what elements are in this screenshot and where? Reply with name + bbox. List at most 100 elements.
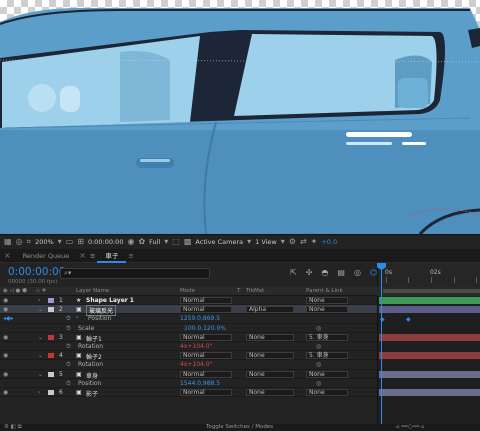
motion-blur-icon[interactable]: ◎ — [354, 268, 361, 279]
safe-area-icon[interactable]: ▭ — [66, 238, 74, 246]
eye-icon[interactable]: ◉ — [3, 371, 8, 378]
mode-dropdown[interactable]: Normal — [180, 370, 232, 378]
work-area-bar[interactable] — [377, 287, 480, 296]
zoom-dropdown[interactable]: 200% — [35, 238, 54, 246]
mode-dropdown[interactable]: Normal — [180, 306, 232, 314]
playhead-line[interactable] — [381, 263, 382, 425]
mode-dropdown[interactable]: Normal — [180, 297, 232, 304]
time-ruler[interactable]: 0s 02s — [377, 263, 480, 287]
panel-menu-icon[interactable]: ≡ — [126, 252, 135, 260]
expand-icon[interactable]: › — [38, 297, 40, 304]
collapse-icon[interactable]: ⌄ — [38, 371, 43, 378]
property-value[interactable]: 100.0,120.0% — [184, 325, 226, 332]
stopwatch-icon[interactable]: ⏱ — [66, 380, 71, 388]
layer-duration-bar[interactable] — [379, 371, 480, 378]
eye-icon[interactable]: ◉ — [3, 306, 8, 313]
chevron-down-icon[interactable]: ▾ — [164, 238, 168, 246]
property-row[interactable]: ◂◆▸ ⏱ ᵒ Position 1259.0,869.5 — [0, 314, 377, 324]
mode-dropdown[interactable]: Normal — [180, 389, 232, 396]
layer-duration-bar[interactable] — [379, 297, 480, 304]
eye-icon[interactable]: ◉ — [3, 352, 8, 359]
layer-duration-bar[interactable] — [379, 334, 480, 341]
property-row[interactable]: ⏱ Position 1544.0,988.5 ◎ — [0, 379, 377, 388]
close-icon[interactable]: × — [0, 251, 15, 260]
column-t[interactable]: T — [237, 288, 240, 294]
viewer-timecode[interactable]: 0:00:00:00 — [88, 238, 124, 246]
stopwatch-icon[interactable]: ⏱ — [66, 315, 71, 323]
parent-dropdown[interactable]: 5. 車身 — [306, 333, 348, 341]
current-time-display[interactable]: 0:00:00:00 — [8, 266, 65, 278]
column-mode[interactable]: Mode — [180, 288, 195, 294]
trkmat-dropdown[interactable]: None — [246, 352, 294, 360]
composition-flowchart-icon[interactable]: ⇱ — [290, 268, 297, 279]
property-row[interactable]: ⏱ Scale 100.0,120.0% ◎ — [0, 324, 377, 333]
parent-dropdown[interactable]: 5. 車身 — [306, 352, 348, 360]
label-color-swatch[interactable] — [48, 353, 54, 359]
parent-dropdown[interactable]: None — [306, 297, 348, 304]
pickwhip-icon[interactable]: ◎ — [316, 325, 321, 332]
parent-dropdown[interactable]: None — [306, 370, 348, 378]
channel-icon[interactable]: ✿ — [138, 238, 145, 246]
property-row[interactable]: ⏱ Rotation 4x+104.0° ◎ — [0, 360, 377, 370]
property-row[interactable]: ⏱ Rotation 4x+104.0° ◎ — [0, 342, 377, 352]
resolution-dropdown[interactable]: Full — [149, 238, 160, 246]
grid-icon[interactable]: ▦ — [4, 238, 12, 246]
guide-icon[interactable]: ⌗ — [27, 238, 32, 246]
label-color-swatch[interactable] — [48, 298, 54, 303]
collapse-icon[interactable]: ⌄ — [38, 352, 43, 359]
keyframe-icon[interactable]: ◆ — [406, 316, 411, 323]
composition-viewer[interactable] — [0, 0, 480, 234]
layer-row-4[interactable]: ◉ ⌄ 4 ▣ 輪子2 Normal None 5. 車身 — [0, 351, 377, 361]
menu-icon[interactable]: ≡ — [88, 252, 97, 260]
mode-dropdown[interactable]: Normal — [180, 352, 232, 360]
column-trkmat[interactable]: TrkMat — [246, 288, 264, 294]
eye-icon[interactable]: ◉ — [3, 334, 8, 341]
expand-icon[interactable]: › — [38, 389, 40, 396]
pickwhip-icon[interactable]: ◎ — [316, 343, 321, 350]
property-value[interactable]: 1544.0,988.5 — [180, 380, 220, 387]
stopwatch-icon[interactable]: ⏱ — [66, 343, 71, 351]
mode-dropdown[interactable]: Normal — [180, 333, 232, 341]
layer-row-1[interactable]: ◉ › 1 ★ Shape Layer 1 Normal None — [0, 296, 377, 306]
fast-preview-icon[interactable]: ⚙ — [289, 238, 296, 246]
flowchart-icon[interactable]: ⇄ — [300, 238, 307, 246]
pickwhip-icon[interactable]: ◎ — [316, 361, 321, 368]
layer-name[interactable]: Shape Layer 1 — [86, 297, 134, 304]
graph-editor-icon[interactable]: ⌬ — [370, 268, 377, 279]
label-color-swatch[interactable] — [48, 307, 54, 313]
region-icon[interactable]: ⬚ — [172, 238, 180, 246]
layer-row-2[interactable]: ◉ ⌄ 2 ▣ 玻璃反光 Normal Alpha None — [0, 305, 377, 317]
layer-duration-bar[interactable] — [379, 389, 480, 396]
layer-name[interactable]: 影子 — [86, 389, 98, 398]
trkmat-dropdown[interactable]: None — [246, 370, 294, 378]
column-layer-name[interactable]: Layer Name — [76, 288, 109, 294]
keyframe-nav-icon[interactable]: ◂◆▸ — [3, 315, 14, 322]
camera-dropdown[interactable]: Active Camera — [195, 238, 243, 246]
label-color-swatch[interactable] — [48, 334, 54, 340]
timeline-track-area[interactable]: ◆ ◆ — [377, 296, 480, 424]
draft-3d-icon[interactable]: ✣ — [306, 268, 313, 279]
shy-icon[interactable]: ◓ — [321, 268, 328, 279]
exposure-value[interactable]: +0.0 — [321, 238, 337, 246]
label-color-swatch[interactable] — [48, 390, 54, 395]
view-layout-dropdown[interactable]: 1 View — [255, 238, 277, 246]
frame-blending-icon[interactable]: ▤ — [337, 268, 345, 279]
layer-row-6[interactable]: ◉ › 6 ▣ 影子 Normal None None — [0, 388, 377, 398]
eye-icon[interactable]: ◉ — [3, 297, 8, 304]
tab-render-queue[interactable]: Render Queue — [15, 249, 78, 263]
eye-icon[interactable]: ◉ — [3, 389, 8, 396]
title-safe-icon[interactable]: ⊞ — [77, 238, 84, 246]
layer-duration-bar[interactable] — [379, 352, 480, 359]
collapse-icon[interactable]: ⌄ — [38, 306, 43, 313]
zoom-slider-icon[interactable]: ⌂ ━━○━━ ⌂ — [396, 424, 425, 430]
layer-duration-bar[interactable] — [379, 306, 480, 313]
chevron-down-icon[interactable]: ▾ — [281, 238, 285, 246]
collapse-icon[interactable]: ⌄ — [38, 334, 43, 341]
tab-composition[interactable]: 車子 — [97, 249, 127, 263]
property-value[interactable]: 1259.0,869.5 — [180, 315, 220, 322]
property-value[interactable]: 4x+104.0° — [180, 361, 213, 368]
label-color-swatch[interactable] — [48, 371, 54, 377]
search-input[interactable]: ⌕▾ — [60, 268, 210, 279]
mask-icon[interactable]: ◎ — [16, 238, 23, 246]
trkmat-dropdown[interactable]: None — [246, 389, 294, 396]
